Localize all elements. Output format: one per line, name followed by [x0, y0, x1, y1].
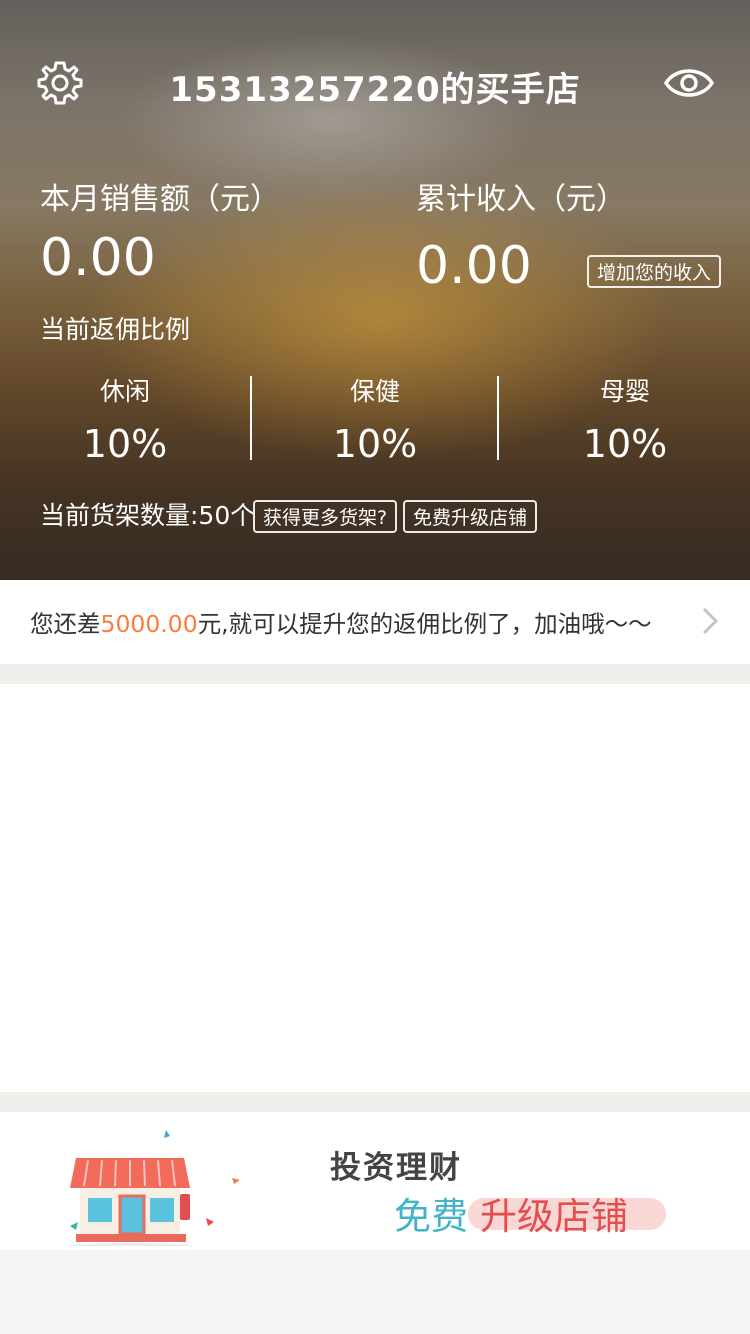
commission-rate-label: 当前返佣比例 — [40, 315, 191, 344]
content-area — [0, 684, 750, 1092]
category-mother-baby: 母婴 10% — [500, 372, 750, 466]
category-name: 保健 — [349, 377, 400, 406]
category-health: 保健 10% — [250, 372, 500, 466]
monthly-sales-label: 本月销售额（元） — [40, 182, 280, 217]
store-title: 15313257220的买手店 — [169, 70, 581, 110]
category-rate: 10% — [82, 422, 168, 466]
category-name: 休闲 — [99, 377, 150, 406]
chevron-right-icon — [702, 607, 719, 635]
category-rate: 10% — [332, 422, 418, 466]
increase-income-button[interactable]: 增加您的收入 — [587, 255, 722, 288]
banner-subtitle: 免费 升级店铺 — [394, 1186, 628, 1240]
category-rate: 10% — [582, 422, 668, 466]
toggle-visibility-button[interactable] — [662, 56, 716, 110]
banner-upgrade-text: 升级店铺 — [480, 1195, 628, 1238]
commission-progress-notice[interactable]: 您还差5000.00元,就可以提升您的返佣比例了，加油哦～～ — [0, 580, 750, 664]
category-leisure: 休闲 10% — [0, 372, 250, 466]
section-gap — [0, 1092, 750, 1112]
monthly-sales-value: 0.00 — [40, 228, 156, 288]
total-income-value: 0.00 — [416, 236, 532, 296]
storefront-icon — [68, 1130, 240, 1246]
notice-amount: 5000.00 — [100, 610, 198, 638]
upgrade-store-banner[interactable]: 投资理财 免费 升级店铺 — [0, 1112, 750, 1250]
shelf-count: 当前货架数量:50个 — [40, 501, 256, 530]
total-income-label: 累计收入（元） — [416, 182, 626, 217]
category-name: 母婴 — [599, 377, 650, 406]
notice-text: 您还差5000.00元,就可以提升您的返佣比例了，加油哦～～ — [30, 605, 652, 639]
section-gap — [0, 664, 750, 684]
store-header-hero: 15313257220的买手店 本月销售额（元） 0.00 累计收入（元） 0.… — [0, 0, 750, 580]
divider — [497, 376, 499, 460]
banner-free-text: 免费 — [394, 1195, 468, 1238]
free-upgrade-store-button[interactable]: 免费升级店铺 — [403, 500, 538, 533]
notice-suffix: 元,就可以提升您的返佣比例了，加油哦～～ — [197, 610, 652, 638]
eye-icon — [664, 69, 714, 97]
banner-title: 投资理财 — [330, 1150, 462, 1186]
notice-prefix: 您还差 — [30, 610, 101, 638]
get-more-shelves-button[interactable]: 获得更多货架? — [253, 500, 398, 533]
